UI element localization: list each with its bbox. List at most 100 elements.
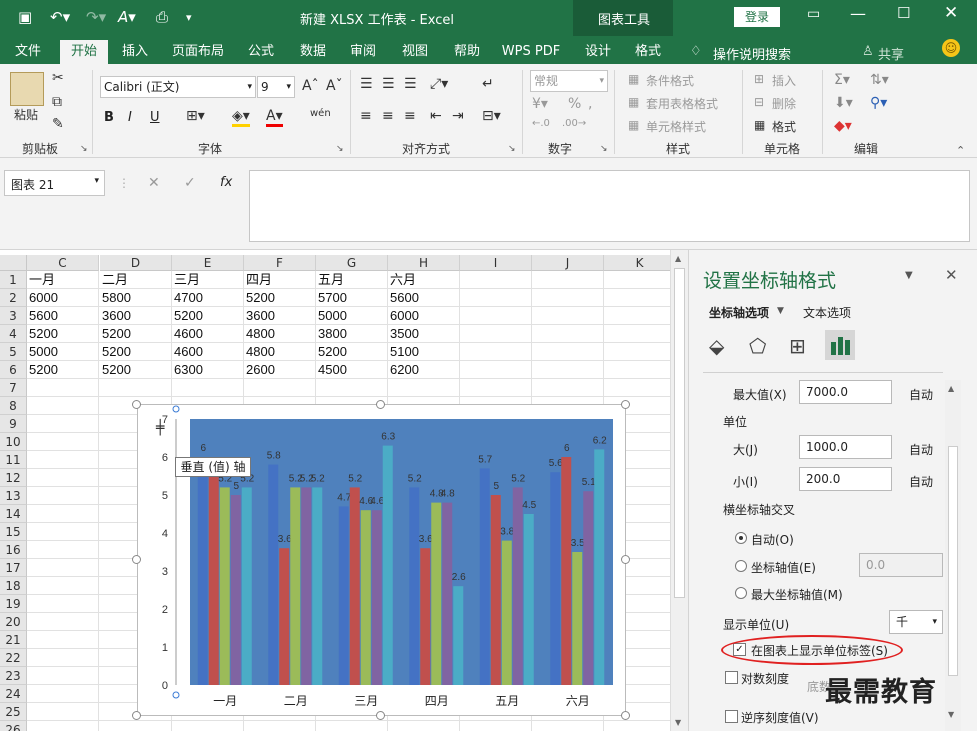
- row-header-6[interactable]: 6: [0, 361, 27, 379]
- insert-function-button[interactable]: fx: [220, 175, 232, 190]
- cell[interactable]: 四月: [244, 271, 316, 289]
- cell[interactable]: 3600: [244, 307, 316, 325]
- cell[interactable]: 5000: [316, 307, 388, 325]
- column-header-c[interactable]: C: [27, 255, 99, 271]
- align-left-icon[interactable]: ≡: [360, 108, 372, 124]
- cell[interactable]: 5200: [100, 361, 172, 379]
- cross-value-radio[interactable]: [735, 560, 747, 572]
- cancel-formula-icon[interactable]: ✕: [148, 175, 160, 191]
- decrease-indent-icon[interactable]: ⇤: [430, 108, 442, 124]
- print-preview-icon[interactable]: ⎙: [156, 8, 168, 26]
- minimize-icon[interactable]: —: [850, 4, 866, 23]
- align-top-icon[interactable]: ☰: [360, 76, 373, 92]
- row-header-9[interactable]: 9: [0, 415, 27, 433]
- reverse-values-checkbox[interactable]: [725, 710, 738, 723]
- tab-wps-pdf[interactable]: WPS PDF: [498, 40, 564, 64]
- max-input[interactable]: 7000.0: [799, 380, 892, 404]
- align-center-icon[interactable]: ≡: [382, 108, 394, 124]
- fill-icon[interactable]: ⬇▾: [834, 95, 853, 111]
- tab-text-options[interactable]: 文本选项: [803, 304, 851, 321]
- font-size-combo[interactable]: 9 ▾: [257, 76, 295, 98]
- cell[interactable]: 一月: [27, 271, 99, 289]
- row-header-21[interactable]: 21: [0, 631, 27, 649]
- cell[interactable]: 5600: [388, 289, 460, 307]
- tab-insert[interactable]: 插入: [114, 40, 156, 64]
- row-header-24[interactable]: 24: [0, 685, 27, 703]
- smiley-feedback-icon[interactable]: ☺: [942, 39, 960, 57]
- percent-icon[interactable]: %: [568, 96, 581, 112]
- borders-icon[interactable]: ⊞▾: [186, 108, 205, 124]
- row-header-23[interactable]: 23: [0, 667, 27, 685]
- format-painter-qat-icon[interactable]: 𝘈▾: [118, 8, 136, 26]
- cell[interactable]: 5200: [244, 289, 316, 307]
- cell[interactable]: 5100: [388, 343, 460, 361]
- decrease-decimal-icon[interactable]: .00→: [562, 118, 586, 129]
- underline-button[interactable]: U: [150, 110, 160, 125]
- chart-handle-br[interactable]: [621, 711, 630, 720]
- cell[interactable]: 5000: [27, 343, 99, 361]
- axis-options-dropdown-icon[interactable]: ▼: [777, 306, 784, 316]
- cell[interactable]: 五月: [316, 271, 388, 289]
- currency-icon[interactable]: ¥▾: [532, 96, 548, 112]
- row-header-7[interactable]: 7: [0, 379, 27, 397]
- cut-icon[interactable]: ✂: [52, 70, 64, 86]
- log-scale-checkbox[interactable]: [725, 671, 738, 684]
- close-icon[interactable]: ✕: [944, 3, 958, 23]
- format-painter-icon[interactable]: ✎: [52, 116, 64, 132]
- align-right-icon[interactable]: ≡: [404, 108, 416, 124]
- pane-scroll-thumb[interactable]: [948, 446, 958, 676]
- tab-review[interactable]: 审阅: [342, 40, 384, 64]
- comma-icon[interactable]: ,: [588, 96, 592, 112]
- column-header-j[interactable]: J: [532, 255, 604, 271]
- italic-button[interactable]: I: [128, 110, 132, 125]
- tab-home[interactable]: 开始: [60, 40, 108, 64]
- cell[interactable]: 4600: [172, 343, 244, 361]
- row-header-13[interactable]: 13: [0, 487, 27, 505]
- share-icon[interactable]: ♙: [862, 44, 874, 59]
- maximize-icon[interactable]: ☐: [897, 4, 910, 22]
- cell[interactable]: 4700: [172, 289, 244, 307]
- cross-auto-radio[interactable]: [735, 532, 747, 544]
- alignment-launcher-icon[interactable]: ↘: [508, 144, 516, 154]
- paste-icon[interactable]: [10, 72, 44, 106]
- column-header-g[interactable]: G: [316, 255, 388, 271]
- chart-handle-tl[interactable]: [132, 400, 141, 409]
- shrink-font-icon[interactable]: Aˇ: [326, 78, 343, 94]
- autosum-icon[interactable]: Σ▾: [834, 72, 850, 88]
- share-button[interactable]: 共享: [878, 44, 904, 63]
- increase-indent-icon[interactable]: ⇥: [452, 108, 464, 124]
- login-button[interactable]: 登录: [734, 7, 780, 27]
- clipboard-launcher-icon[interactable]: ↘: [80, 144, 88, 154]
- axis-options-icon[interactable]: [825, 330, 855, 360]
- worksheet-grid[interactable]: CDEFGHIJK 1 2 3 4 5 6 7 8 9 10 11 12 13 14 15 16 17 18 19 2…: [0, 250, 670, 731]
- row-header-14[interactable]: 14: [0, 505, 27, 523]
- size-properties-icon[interactable]: ⊞: [789, 334, 806, 358]
- cell[interactable]: 6200: [388, 361, 460, 379]
- row-header-26[interactable]: 26: [0, 721, 27, 731]
- cell[interactable]: 二月: [100, 271, 172, 289]
- tab-file[interactable]: 文件: [6, 40, 50, 64]
- tab-data[interactable]: 数据: [292, 40, 334, 64]
- tab-design[interactable]: 设计: [578, 40, 618, 64]
- copy-icon[interactable]: ⧉: [52, 94, 62, 110]
- ribbon-display-icon[interactable]: ▭: [807, 6, 820, 22]
- cell[interactable]: 5200: [100, 325, 172, 343]
- column-header-k[interactable]: K: [604, 255, 670, 271]
- format-cells-button[interactable]: 格式: [772, 118, 796, 135]
- pane-scroll-down-icon[interactable]: ▼: [948, 710, 954, 719]
- tell-me-search[interactable]: 操作说明搜索: [713, 44, 791, 63]
- row-header-2[interactable]: 2: [0, 289, 27, 307]
- row-header-10[interactable]: 10: [0, 433, 27, 451]
- cell[interactable]: 5200: [27, 325, 99, 343]
- column-header-i[interactable]: I: [460, 255, 532, 271]
- column-header-f[interactable]: F: [244, 255, 316, 271]
- format-as-table-button[interactable]: 套用表格格式: [646, 95, 718, 112]
- pane-scrollbar[interactable]: ▲ ▼: [945, 380, 961, 731]
- number-format-combo[interactable]: 常规 ▾: [530, 70, 608, 92]
- cell[interactable]: 2600: [244, 361, 316, 379]
- font-color-icon[interactable]: A▾: [266, 108, 283, 127]
- row-header-19[interactable]: 19: [0, 595, 27, 613]
- tab-view[interactable]: 视图: [394, 40, 436, 64]
- bold-button[interactable]: B: [104, 110, 114, 125]
- pane-options-icon[interactable]: ▼: [905, 270, 913, 281]
